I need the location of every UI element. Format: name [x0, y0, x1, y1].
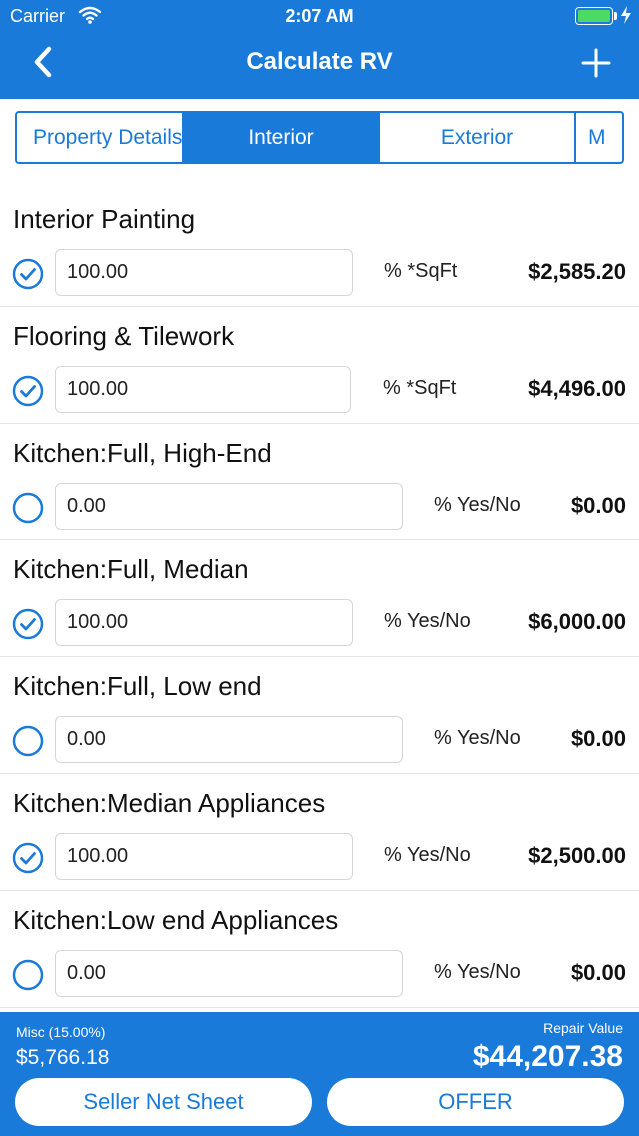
- list-item: Kitchen:Full, Low end 0.00 % Yes/No $0.0…: [0, 657, 639, 774]
- battery-icon: [575, 7, 613, 25]
- repair-value-label: Repair Value: [543, 1020, 623, 1036]
- status-bar: Carrier 2:07 AM: [0, 0, 639, 32]
- checked-circle-icon[interactable]: [12, 258, 44, 290]
- item-title: Kitchen:Full, Median: [13, 554, 249, 585]
- tab-label: M: [588, 125, 606, 149]
- tab-more[interactable]: M: [576, 113, 616, 162]
- tab-interior[interactable]: Interior: [184, 113, 380, 162]
- unit-label: % Yes/No: [434, 493, 521, 516]
- offer-button[interactable]: OFFER: [327, 1078, 624, 1126]
- checked-circle-icon[interactable]: [12, 375, 44, 407]
- summary-footer: Misc (15.00%) $5,766.18 Repair Value $44…: [0, 1012, 639, 1136]
- page-title: Calculate RV: [246, 48, 393, 75]
- amount-value: $0.00: [570, 959, 626, 985]
- unit-label: % Yes/No: [384, 843, 471, 866]
- percent-input[interactable]: 0.00: [55, 716, 403, 764]
- checked-circle-icon[interactable]: [12, 608, 44, 640]
- tab-label: Property Details: [33, 125, 183, 149]
- percent-input[interactable]: 100.00: [55, 365, 351, 413]
- list-item: Flooring & Tilework 100.00 % *SqFt $4,49…: [0, 307, 639, 424]
- percent-input[interactable]: 100.00: [55, 249, 353, 296]
- unit-label: % Yes/No: [384, 610, 471, 633]
- item-title: Kitchen:Full, High-End: [13, 437, 272, 468]
- amount-value: $0.00: [570, 492, 626, 518]
- unchecked-circle-icon[interactable]: [12, 492, 44, 524]
- amount-value: $2,585.20: [528, 259, 626, 284]
- percent-input[interactable]: 100.00: [55, 599, 353, 647]
- item-title: Flooring & Tilework: [13, 320, 235, 351]
- segment-tabs: Property Details Interior Exterior M: [15, 111, 624, 164]
- tab-exterior[interactable]: Exterior: [380, 113, 576, 162]
- charging-bolt-icon: [621, 6, 631, 24]
- misc-value: $5,766.18: [16, 1046, 110, 1069]
- unchecked-circle-icon[interactable]: [12, 725, 44, 757]
- item-title: Interior Painting: [13, 204, 196, 234]
- battery-nub: [614, 12, 617, 20]
- percent-input[interactable]: 100.00: [55, 832, 353, 880]
- list-item: Kitchen:Median Appliances 100.00 % Yes/N…: [0, 774, 639, 891]
- tab-property-details[interactable]: Property Details: [17, 113, 184, 162]
- unchecked-circle-icon[interactable]: [12, 959, 44, 991]
- item-title: Kitchen:Median Appliances: [13, 787, 326, 818]
- tab-label: Interior: [248, 125, 314, 149]
- item-title: Kitchen:Low end Appliances: [13, 904, 339, 935]
- unit-label: % *SqFt: [383, 376, 457, 399]
- amount-value: $0.00: [570, 726, 626, 752]
- list-item: Interior Painting 100.00 % *SqFt $2,585.…: [0, 190, 639, 307]
- seller-net-sheet-button[interactable]: Seller Net Sheet: [15, 1078, 312, 1126]
- percent-input[interactable]: 0.00: [55, 482, 403, 530]
- amount-value: $2,500.00: [528, 842, 626, 868]
- percent-input[interactable]: 0.00: [55, 949, 403, 997]
- unit-label: % Yes/No: [434, 727, 521, 750]
- repair-items-list: Interior Painting 100.00 % *SqFt $2,585.…: [0, 190, 639, 1008]
- misc-label: Misc (15.00%): [16, 1024, 106, 1040]
- item-title: Kitchen:Full, Low end: [13, 671, 262, 702]
- amount-value: $6,000.00: [528, 609, 626, 635]
- add-icon[interactable]: [581, 48, 611, 78]
- list-item: Kitchen:Low end Appliances 0.00 % Yes/No…: [0, 891, 639, 1008]
- repair-value-total: $44,207.38: [472, 1040, 623, 1073]
- clock: 2:07 AM: [285, 6, 354, 26]
- checked-circle-icon[interactable]: [12, 842, 44, 874]
- unit-label: % Yes/No: [434, 960, 521, 983]
- list-item: Kitchen:Full, Median 100.00 % Yes/No $6,…: [0, 540, 639, 658]
- unit-label: % *SqFt: [384, 260, 458, 282]
- list-item: Kitchen:Full, High-End 0.00 % Yes/No $0.…: [0, 424, 639, 541]
- header-bar: Carrier 2:07 AM Calculate RV: [0, 0, 639, 99]
- tab-label: Exterior: [440, 125, 514, 149]
- amount-value: $4,496.00: [528, 375, 626, 401]
